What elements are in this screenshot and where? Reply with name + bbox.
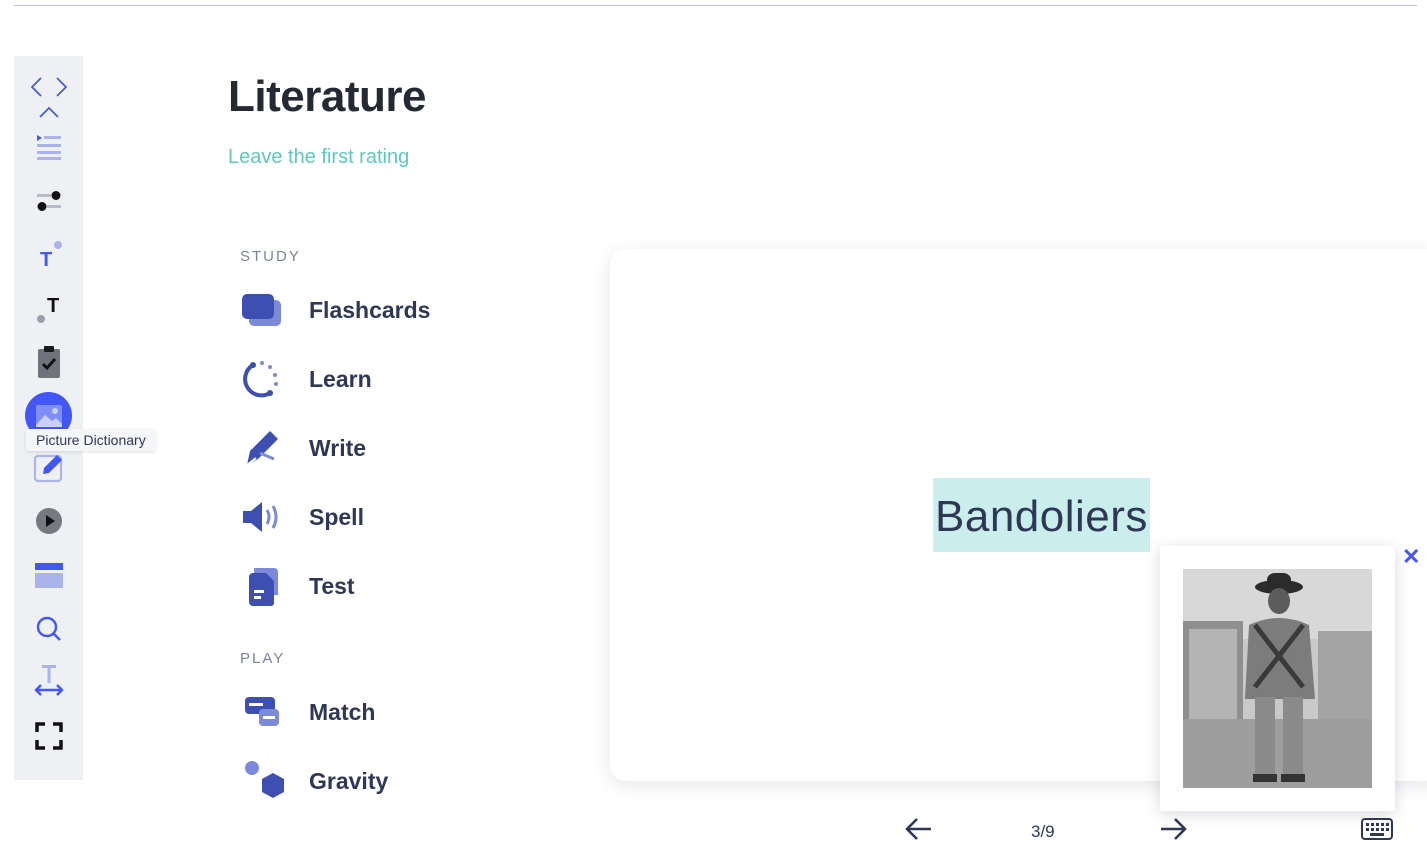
- line-focus-icon[interactable]: [14, 132, 83, 162]
- mode-label: Learn: [309, 365, 372, 392]
- play-section-label: PLAY: [240, 650, 286, 667]
- svg-text:T: T: [40, 249, 52, 269]
- term-picture: [1183, 569, 1372, 788]
- mode-learn[interactable]: Learn: [240, 356, 372, 402]
- card-counter: 3/9: [1031, 822, 1055, 841]
- flashcards-icon: [240, 287, 292, 333]
- edit-note-icon[interactable]: [14, 450, 83, 484]
- match-icon: [240, 689, 292, 735]
- flashcard-term: Bandoliers: [933, 478, 1150, 552]
- text-spacing-icon[interactable]: T: [14, 292, 83, 324]
- play-circle-icon[interactable]: [14, 506, 83, 536]
- arrow-right-icon: [1161, 818, 1187, 840]
- mode-spell[interactable]: Spell: [240, 494, 364, 540]
- mode-label: Match: [309, 698, 376, 725]
- text-width-icon[interactable]: [14, 662, 83, 700]
- mode-test[interactable]: Test: [240, 563, 355, 609]
- gravity-icon: [240, 758, 292, 804]
- keyboard-shortcuts-button[interactable]: [1361, 818, 1393, 845]
- tooltip: Picture Dictionary: [26, 429, 156, 451]
- page-title: Literature: [228, 72, 426, 121]
- accessibility-toolbar: T T: [14, 56, 83, 780]
- top-divider: [14, 5, 1417, 6]
- fullscreen-icon[interactable]: [14, 720, 83, 752]
- mode-flashcards[interactable]: Flashcards: [240, 287, 430, 333]
- text-size-icon[interactable]: T: [14, 238, 83, 270]
- learn-icon: [240, 356, 292, 402]
- mode-label: Test: [309, 572, 355, 599]
- toggle-settings-icon[interactable]: [14, 188, 83, 214]
- mode-label: Spell: [309, 503, 364, 530]
- test-icon: [240, 563, 292, 609]
- study-section-label: STUDY: [240, 248, 301, 265]
- reading-mask-icon[interactable]: [14, 560, 83, 592]
- picture-dictionary-popup: [1160, 546, 1395, 811]
- search-icon[interactable]: [14, 614, 83, 644]
- write-icon: [240, 425, 292, 471]
- collapse-chevron-icon[interactable]: [14, 104, 83, 120]
- mode-label: Flashcards: [309, 296, 431, 323]
- mode-label: Gravity: [309, 767, 389, 794]
- next-card-button[interactable]: [1157, 813, 1189, 850]
- leave-rating-link[interactable]: Leave the first rating: [228, 146, 409, 169]
- mode-gravity[interactable]: Gravity: [240, 758, 388, 804]
- code-arrows-icon[interactable]: [14, 74, 83, 100]
- spell-icon: [240, 494, 292, 540]
- mode-write[interactable]: Write: [240, 425, 366, 471]
- close-popup-button[interactable]: ✕: [1402, 546, 1420, 568]
- keyboard-icon: [1361, 818, 1393, 840]
- mode-match[interactable]: Match: [240, 689, 375, 735]
- previous-card-button[interactable]: [903, 813, 935, 850]
- arrow-left-icon: [905, 818, 931, 840]
- clipboard-check-icon[interactable]: [14, 344, 83, 380]
- mode-label: Write: [309, 434, 367, 461]
- svg-text:T: T: [47, 295, 59, 317]
